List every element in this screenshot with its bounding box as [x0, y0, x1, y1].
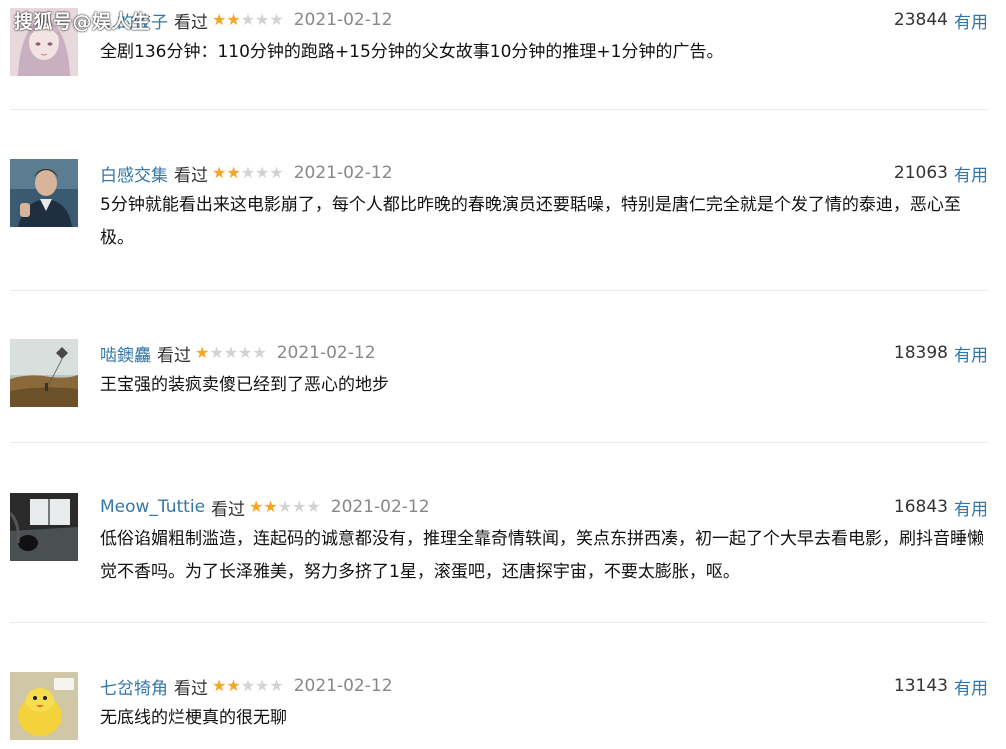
vote-count: 21063 — [893, 163, 948, 183]
username-link[interactable]: 啮鐭麤 — [100, 341, 151, 366]
star-icon: ★ — [212, 676, 227, 695]
star-icon: ★ — [240, 163, 256, 182]
divider — [10, 622, 988, 623]
vote-count: 16843 — [893, 497, 948, 517]
star-icon: ★ — [212, 163, 227, 182]
watched-label: 看过 — [157, 345, 191, 366]
rating-stars: ★ ★ ★ ★ ★ — [212, 12, 284, 28]
divider — [10, 290, 988, 291]
rating-stars: ★ ★ ★ ★ ★ — [212, 678, 284, 694]
useful-button[interactable]: 有用 — [954, 495, 988, 520]
comment-header: 七岔犄角 看过 ★ ★ ★ ★ ★ 2021-02-12 13143 有用 — [100, 672, 988, 700]
username-link[interactable]: 七岔犄角 — [100, 674, 168, 699]
star-icon: ★ — [195, 343, 210, 362]
star-icon: ★ — [209, 343, 224, 362]
username-link[interactable]: 白感交集 — [100, 161, 168, 186]
comment-date: 2021-02-12 — [330, 497, 430, 517]
star-icon: ★ — [269, 163, 284, 182]
useful-button[interactable]: 有用 — [954, 161, 988, 186]
comment-item: 白感交集 看过 ★ ★ ★ ★ ★ 2021-02-12 21063 有用 5分… — [0, 159, 1006, 289]
star-icon: ★ — [252, 343, 267, 362]
star-icon: ★ — [238, 343, 253, 362]
vote-count: 23844 — [893, 10, 948, 30]
comment-item: 七岔犄角 看过 ★ ★ ★ ★ ★ 2021-02-12 13143 有用 无底… — [0, 672, 1006, 749]
avatar[interactable] — [10, 339, 78, 407]
watched-label: 看过 — [211, 499, 246, 520]
star-icon: ★ — [223, 343, 239, 362]
star-icon: ★ — [226, 10, 241, 29]
comment-text: 全剧136分钟：110分钟的跑路+15分钟的父女故事10分钟的推理+1分钟的广告… — [100, 42, 724, 62]
rating-stars: ★ ★ ★ ★ ★ — [195, 345, 267, 361]
divider — [10, 109, 988, 110]
star-icon: ★ — [269, 10, 284, 29]
comment-date: 2021-02-12 — [293, 676, 393, 696]
username-link[interactable]: Meow_Tuttie — [100, 497, 205, 517]
comment-text: 低俗谄媚粗制滥造，连起码的诚意都没有，推理全靠奇情轶闻，笑点东拼西凑，初一起了个… — [100, 529, 984, 582]
comment-header: Meow_Tuttie 看过 ★ ★ ★ ★ ★ 2021-02-12 1684… — [100, 493, 988, 521]
comment-header: 啮鐭麤 看过 ★ ★ ★ ★ ★ 2021-02-12 18398 有用 — [100, 339, 988, 367]
comment-item: Meow_Tuttie 看过 ★ ★ ★ ★ ★ 2021-02-12 1684… — [0, 493, 1006, 623]
star-icon: ★ — [212, 10, 227, 29]
star-icon: ★ — [240, 676, 256, 695]
comment-header: …的饺子 看过 ★ ★ ★ ★ ★ 2021-02-12 23844 有用 — [100, 6, 988, 34]
comment-date: 2021-02-12 — [293, 10, 393, 30]
vote-count: 18398 — [893, 343, 948, 363]
star-icon: ★ — [255, 676, 270, 695]
useful-button[interactable]: 有用 — [954, 341, 988, 366]
star-icon: ★ — [255, 10, 270, 29]
comment-text: 王宝强的装疯卖傻已经到了恶心的地步 — [100, 375, 389, 395]
watermark-text: 搜狐号@娱人生 — [14, 11, 151, 33]
rating-stars: ★ ★ ★ ★ ★ — [212, 165, 284, 181]
star-icon: ★ — [263, 497, 278, 516]
useful-button[interactable]: 有用 — [954, 8, 988, 33]
comment-text: 无底线的烂梗真的很无聊 — [100, 708, 287, 728]
star-icon: ★ — [292, 497, 307, 516]
watched-label: 看过 — [174, 12, 208, 33]
divider — [10, 442, 988, 443]
comment-text: 5分钟就能看出来这电影崩了，每个人都比昨晚的春晚演员还要聒噪，特别是唐仁完全就是… — [100, 195, 961, 248]
avatar[interactable] — [10, 159, 78, 227]
star-icon: ★ — [226, 676, 241, 695]
star-icon: ★ — [306, 497, 321, 516]
star-icon: ★ — [277, 497, 293, 516]
comment-item: 啮鐭麤 看过 ★ ★ ★ ★ ★ 2021-02-12 18398 有用 王宝强… — [0, 339, 1006, 439]
watched-label: 看过 — [174, 165, 208, 186]
rating-stars: ★ ★ ★ ★ ★ — [249, 499, 321, 515]
comment-date: 2021-02-12 — [276, 343, 376, 363]
watched-label: 看过 — [174, 678, 208, 699]
useful-button[interactable]: 有用 — [954, 674, 988, 699]
star-icon: ★ — [240, 10, 256, 29]
star-icon: ★ — [226, 163, 241, 182]
star-icon: ★ — [269, 676, 284, 695]
comment-header: 白感交集 看过 ★ ★ ★ ★ ★ 2021-02-12 21063 有用 — [100, 159, 988, 187]
comment-date: 2021-02-12 — [293, 163, 393, 183]
avatar[interactable] — [10, 672, 78, 740]
star-icon: ★ — [255, 163, 270, 182]
star-icon: ★ — [249, 497, 264, 516]
avatar[interactable] — [10, 493, 78, 561]
vote-count: 13143 — [893, 676, 948, 696]
